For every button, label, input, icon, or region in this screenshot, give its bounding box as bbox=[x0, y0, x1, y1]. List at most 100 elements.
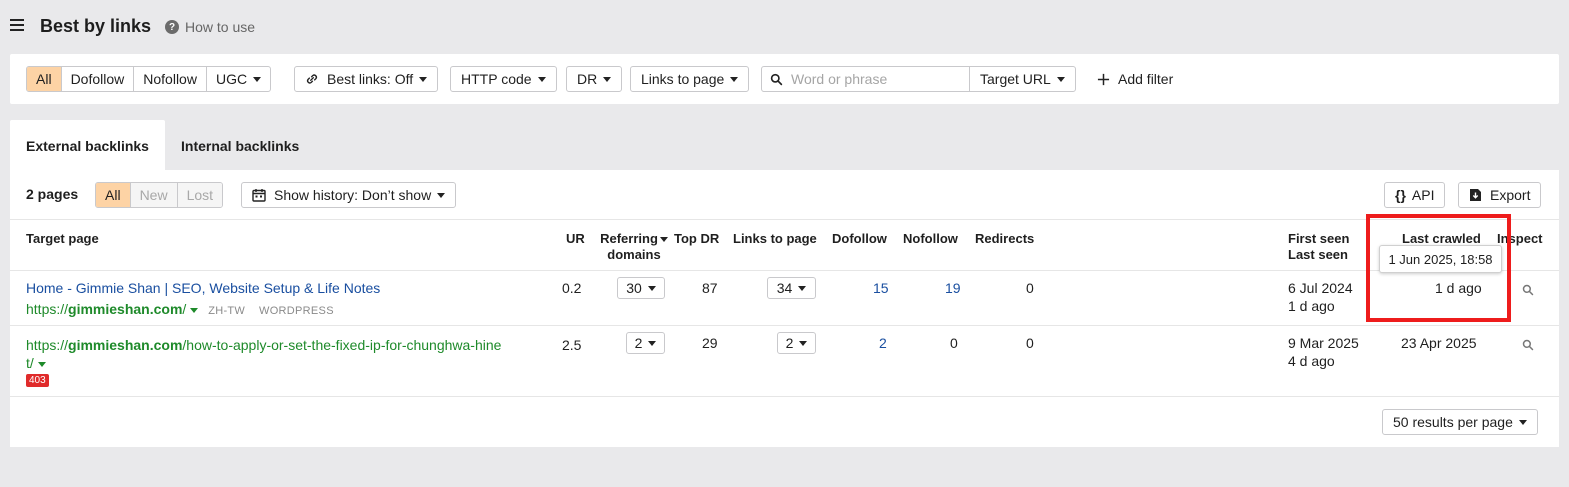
links-to-page-dropdown[interactable]: 2 bbox=[777, 332, 816, 354]
chevron-down-icon bbox=[1056, 76, 1065, 82]
filter-all[interactable]: All bbox=[27, 67, 62, 91]
api-button[interactable]: {} API bbox=[1384, 182, 1446, 208]
chevron-down-icon[interactable] bbox=[37, 361, 46, 367]
search-icon[interactable] bbox=[1522, 339, 1534, 351]
col-referring-label-1: Referring bbox=[600, 231, 658, 246]
col-first-last-seen[interactable]: First seen Last seen bbox=[1288, 231, 1349, 263]
col-top-dr[interactable]: Top DR bbox=[674, 231, 719, 247]
url-path: / bbox=[182, 301, 187, 317]
ref-domains-dropdown[interactable]: 30 bbox=[617, 277, 665, 299]
row-url-continued[interactable]: t/ bbox=[26, 354, 46, 372]
url-domain: gimmieshan.com bbox=[68, 337, 183, 353]
status-badge: 403 bbox=[26, 374, 49, 387]
url-prefix: https:// bbox=[26, 301, 69, 317]
links-to-page-dropdown[interactable]: 34 bbox=[767, 277, 816, 299]
links-to-page-value: 34 bbox=[776, 280, 793, 296]
target-url-dropdown[interactable]: Target URL bbox=[969, 66, 1076, 92]
filter-nofollow[interactable]: Nofollow bbox=[134, 67, 207, 91]
ref-domains-value: 30 bbox=[626, 280, 642, 296]
col-dofollow[interactable]: Dofollow bbox=[832, 231, 887, 247]
row-redirects: 0 bbox=[1026, 335, 1034, 351]
http-code-dropdown[interactable]: HTTP code bbox=[450, 66, 557, 92]
calendar-icon bbox=[252, 189, 266, 202]
col-referring-domains[interactable]: Referring domains bbox=[599, 231, 669, 263]
api-label: API bbox=[1411, 187, 1435, 203]
search-icon[interactable] bbox=[1522, 284, 1534, 296]
export-label: Export bbox=[1490, 187, 1531, 203]
best-links-dropdown[interactable]: Best links: Off bbox=[294, 66, 439, 92]
help-icon: ? bbox=[165, 20, 179, 34]
col-redirects[interactable]: Redirects bbox=[975, 231, 1034, 247]
add-filter-label: Add filter bbox=[1118, 71, 1174, 87]
col-target-page[interactable]: Target page bbox=[26, 231, 99, 247]
filter-ugc-label: UGC bbox=[215, 71, 248, 87]
best-links-label: Best links: Off bbox=[327, 71, 414, 87]
how-to-use-link[interactable]: ? How to use bbox=[165, 19, 255, 35]
search-field bbox=[761, 66, 970, 92]
filter-dofollow[interactable]: Dofollow bbox=[62, 67, 135, 91]
url-prefix: https:// bbox=[26, 337, 69, 353]
braces-icon: {} bbox=[1395, 187, 1406, 203]
per-page-label: 50 results per page bbox=[1393, 414, 1513, 430]
chevron-down-icon bbox=[798, 285, 807, 291]
dr-dropdown[interactable]: DR bbox=[566, 66, 623, 92]
row-last-seen: 4 d ago bbox=[1288, 353, 1335, 369]
chevron-down-icon bbox=[1518, 419, 1527, 425]
links-to-page-label: Links to page bbox=[641, 71, 725, 87]
dr-label: DR bbox=[577, 71, 598, 87]
row-first-seen: 6 Jul 2024 bbox=[1288, 280, 1353, 296]
chevron-down-icon[interactable] bbox=[190, 307, 199, 313]
row-url[interactable]: https://gimmieshan.com/ ZH-TW WORDPRESS bbox=[26, 300, 334, 320]
results-panel: 2 pages All New Lost Show history: Don’t… bbox=[10, 170, 1559, 447]
row-last-crawled: 23 Apr 2025 bbox=[1401, 335, 1477, 351]
status-segment: All New Lost bbox=[95, 182, 224, 208]
col-links-to-page[interactable]: Links to page bbox=[733, 231, 817, 247]
row-url[interactable]: https://gimmieshan.com/how-to-apply-or-s… bbox=[26, 336, 501, 354]
row-top-dr: 29 bbox=[702, 335, 718, 351]
highlight-box bbox=[1366, 214, 1511, 322]
row-ur: 0.2 bbox=[562, 280, 582, 296]
show-history-dropdown[interactable]: Show history: Don’t show bbox=[241, 182, 457, 208]
row-dofollow[interactable]: 15 bbox=[873, 279, 889, 297]
row-redirects: 0 bbox=[1026, 280, 1034, 296]
divider bbox=[10, 270, 1559, 271]
tab-external-backlinks[interactable]: External backlinks bbox=[10, 120, 165, 171]
divider bbox=[10, 325, 1559, 326]
add-filter-button[interactable]: Add filter bbox=[1097, 66, 1173, 92]
link-icon bbox=[306, 74, 318, 84]
filter-ugc[interactable]: UGC bbox=[207, 67, 270, 91]
row-page-title[interactable]: Home - Gimmie Shan | SEO, Website Setup … bbox=[26, 279, 380, 297]
cms-tag: WORDPRESS bbox=[259, 305, 334, 317]
col-ur[interactable]: UR bbox=[566, 231, 585, 247]
col-nofollow[interactable]: Nofollow bbox=[903, 231, 958, 247]
sort-down-icon bbox=[659, 237, 668, 243]
chevron-down-icon bbox=[253, 76, 262, 82]
row-first-seen: 9 Mar 2025 bbox=[1288, 335, 1359, 351]
export-button[interactable]: Export bbox=[1458, 182, 1542, 208]
links-to-page-value: 2 bbox=[785, 335, 794, 351]
row-dofollow[interactable]: 2 bbox=[879, 334, 887, 352]
http-code-label: HTTP code bbox=[461, 71, 532, 87]
ref-domains-dropdown[interactable]: 2 bbox=[626, 332, 665, 354]
chevron-down-icon bbox=[799, 340, 808, 346]
menu-icon[interactable] bbox=[10, 19, 24, 33]
row-top-dr: 87 bbox=[702, 280, 718, 296]
per-page-dropdown[interactable]: 50 results per page bbox=[1382, 409, 1538, 435]
status-lost[interactable]: Lost bbox=[177, 183, 223, 207]
target-url-label: Target URL bbox=[980, 71, 1051, 87]
url-domain: gimmieshan.com bbox=[68, 301, 183, 317]
search-input[interactable] bbox=[791, 71, 961, 87]
how-to-use-label: How to use bbox=[185, 19, 256, 35]
link-type-segment: All Dofollow Nofollow UGC bbox=[26, 66, 272, 92]
chevron-down-icon bbox=[419, 76, 428, 82]
row-nofollow[interactable]: 19 bbox=[945, 279, 961, 297]
ref-domains-value: 2 bbox=[634, 335, 643, 351]
download-icon bbox=[1470, 189, 1481, 201]
search-icon bbox=[770, 73, 783, 85]
divider bbox=[10, 219, 1559, 220]
pages-count: 2 pages bbox=[26, 186, 79, 202]
tab-internal-backlinks[interactable]: Internal backlinks bbox=[165, 120, 315, 171]
links-to-page-dropdown[interactable]: Links to page bbox=[630, 66, 750, 92]
status-all[interactable]: All bbox=[96, 183, 131, 207]
status-new[interactable]: New bbox=[130, 183, 178, 207]
